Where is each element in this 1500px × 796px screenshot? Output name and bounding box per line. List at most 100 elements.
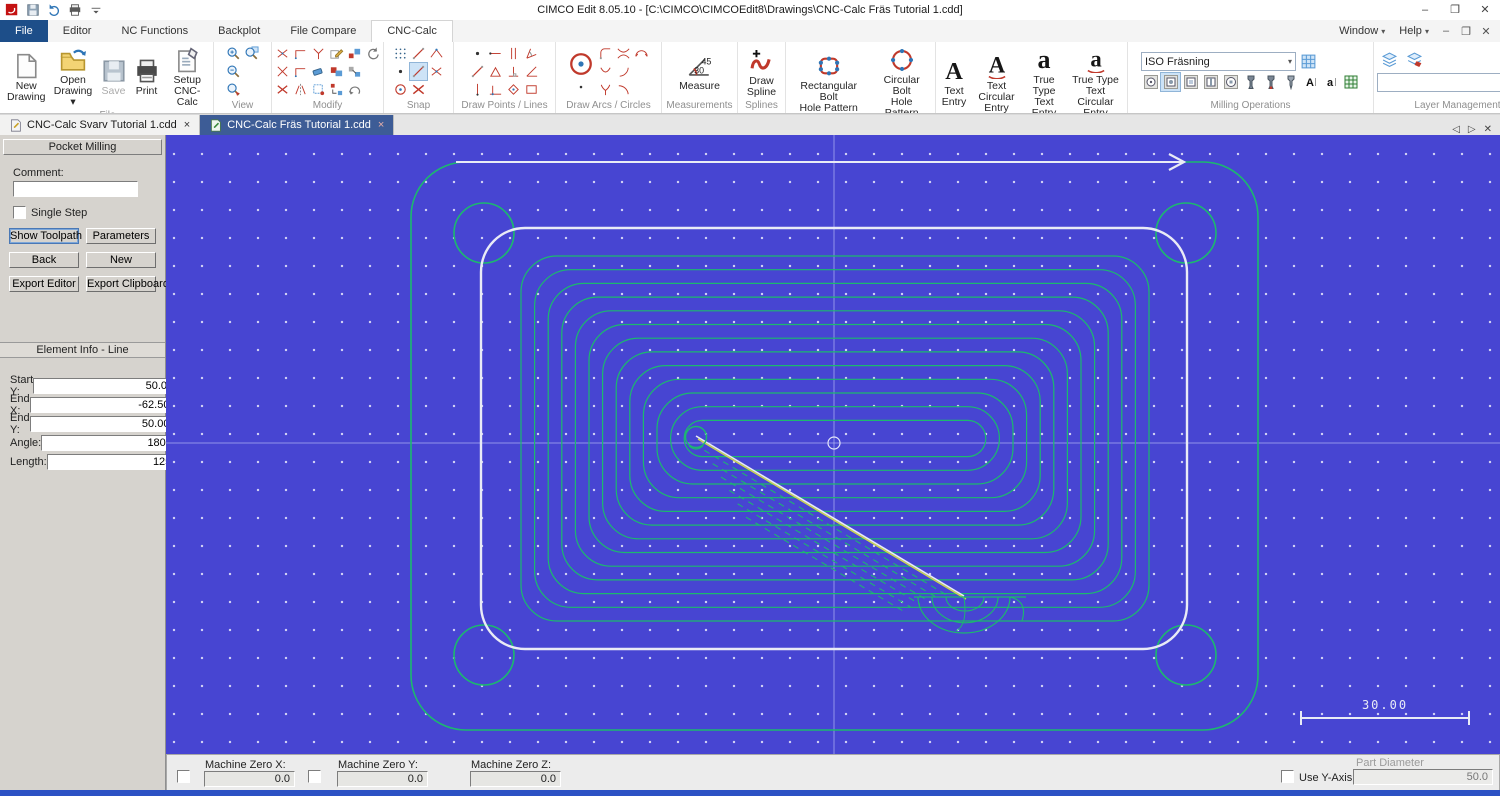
rect-outline-tool[interactable] bbox=[523, 81, 540, 98]
restore-icon[interactable]: ❐ bbox=[1440, 0, 1470, 20]
machine-zero-y-checkbox[interactable] bbox=[308, 770, 321, 783]
arc-se-tool[interactable] bbox=[615, 81, 632, 98]
op-text-A-button[interactable]: A bbox=[1301, 73, 1320, 91]
menu-tab-editor[interactable]: Editor bbox=[48, 20, 107, 42]
mirror-y-tool[interactable] bbox=[292, 81, 309, 98]
triangle-red-tool[interactable] bbox=[487, 63, 504, 80]
op-slot-button[interactable] bbox=[1201, 73, 1220, 91]
arc-corner-tool[interactable] bbox=[597, 45, 614, 62]
print-icon[interactable] bbox=[68, 3, 82, 17]
point-dot-tool[interactable] bbox=[575, 81, 587, 93]
end-x-input[interactable] bbox=[30, 397, 180, 413]
new-button[interactable]: New bbox=[86, 252, 156, 268]
drawing-canvas[interactable]: 30.00 bbox=[166, 135, 1500, 754]
true-type-text-entry-button[interactable]: aTrue Type Text Entry bbox=[1024, 44, 1064, 114]
circle-dot-tool[interactable] bbox=[392, 81, 409, 98]
midline-red-tool[interactable] bbox=[428, 45, 445, 62]
arc-cap-tool[interactable] bbox=[633, 45, 650, 62]
menu-window[interactable]: Window ▾ bbox=[1334, 25, 1390, 37]
machine-zero-x-input[interactable] bbox=[204, 771, 295, 787]
corner-red-tool[interactable] bbox=[292, 45, 309, 62]
use-y-axis-substitution-checkbox[interactable] bbox=[1281, 770, 1294, 783]
export-editor-button[interactable]: Export Editor bbox=[9, 276, 79, 292]
back-button[interactable]: Back bbox=[9, 252, 79, 268]
rotate-cw-tool[interactable] bbox=[364, 45, 381, 62]
x-big-tool[interactable] bbox=[410, 81, 427, 98]
zoom-in-tool[interactable] bbox=[225, 45, 242, 62]
minimize-icon[interactable]: – bbox=[1410, 0, 1440, 20]
squares-blue-drag-tool[interactable] bbox=[346, 63, 363, 80]
squares-red-blue-tool[interactable] bbox=[346, 45, 363, 62]
machine-zero-y-input[interactable] bbox=[337, 771, 428, 787]
start-y-input[interactable] bbox=[33, 378, 183, 394]
print-button[interactable]: Print bbox=[132, 55, 162, 98]
save-button[interactable]: Save bbox=[99, 55, 129, 98]
layer-select[interactable]: ▾ bbox=[1377, 73, 1500, 92]
end-y-input[interactable] bbox=[30, 416, 180, 432]
undo-arc-tool[interactable] bbox=[346, 81, 363, 98]
show-toolpath-button[interactable]: Show Toolpath bbox=[9, 228, 79, 244]
comment-input[interactable] bbox=[13, 181, 138, 197]
circular-bolt-hole-pattern-button[interactable]: Circular Bolt Hole Pattern bbox=[871, 44, 932, 114]
text-circular-entry-button[interactable]: AText Circular Entry bbox=[972, 50, 1021, 115]
line-v-tool[interactable] bbox=[469, 81, 486, 98]
op-frame-button[interactable] bbox=[1221, 73, 1240, 91]
tab-list-close-icon[interactable]: ✕ bbox=[1484, 124, 1492, 135]
export-clipboard-button[interactable]: Export Clipboard bbox=[86, 276, 156, 292]
eraser-blue-tool[interactable] bbox=[310, 63, 327, 80]
parallel-lines-tool[interactable] bbox=[505, 45, 522, 62]
arc-cross-tool[interactable] bbox=[615, 45, 632, 62]
layers-edit-button[interactable] bbox=[1406, 51, 1423, 68]
op-face-button[interactable] bbox=[1141, 73, 1160, 91]
corner-red-tool[interactable] bbox=[292, 63, 309, 80]
mdi-close-icon[interactable]: ✕ bbox=[1478, 25, 1494, 38]
line-diag-tool[interactable] bbox=[469, 63, 486, 80]
angle-base-tool[interactable] bbox=[523, 63, 540, 80]
rectangular-bolt-hole-pattern-button[interactable]: Rectangular Bolt Hole Pattern bbox=[789, 50, 868, 115]
tab-scroll-right-icon[interactable]: ▷ bbox=[1468, 124, 1476, 135]
open-drawing-button[interactable]: Open Drawing ▾ bbox=[51, 44, 96, 109]
document-tab-cnc-calc-fr-s-tutorial-1-cdd[interactable]: CNC-Calc Fräs Tutorial 1.cdd× bbox=[200, 115, 394, 135]
machine-zero-z-input[interactable] bbox=[470, 771, 561, 787]
op-text-a-button[interactable]: a bbox=[1321, 73, 1340, 91]
op-drill-2-button[interactable] bbox=[1261, 73, 1280, 91]
document-tab-cnc-calc-svarv-tutorial-1-cdd[interactable]: CNC-Calc Svarv Tutorial 1.cdd× bbox=[0, 115, 200, 135]
angle-open-tool[interactable] bbox=[523, 45, 540, 62]
line-diag-tool[interactable] bbox=[410, 45, 427, 62]
zoom-rect-tool[interactable] bbox=[243, 45, 260, 62]
save-icon[interactable] bbox=[26, 3, 40, 17]
op-drill-3-button[interactable] bbox=[1281, 73, 1300, 91]
tab-close-icon[interactable]: × bbox=[182, 119, 190, 131]
zoom-select-tool[interactable] bbox=[225, 81, 242, 98]
menu-tab-file-compare[interactable]: File Compare bbox=[275, 20, 371, 42]
tool-library-icon[interactable] bbox=[1300, 53, 1317, 70]
setup-cnc-calc-button[interactable]: Setup CNC-Calc bbox=[165, 44, 210, 109]
op-pocket-button[interactable] bbox=[1161, 73, 1180, 91]
op-simulate-button[interactable] bbox=[1341, 73, 1360, 91]
cimco-logo-icon[interactable] bbox=[5, 3, 19, 17]
single-step-checkbox[interactable] bbox=[13, 206, 26, 219]
point-dot-tool[interactable] bbox=[469, 45, 486, 62]
text-entry-button[interactable]: AText Entry bbox=[939, 55, 969, 109]
line-h-point-tool[interactable] bbox=[487, 45, 504, 62]
undo-icon[interactable] bbox=[47, 3, 61, 17]
menu-tab-nc-functions[interactable]: NC Functions bbox=[106, 20, 203, 42]
line-diag-tool[interactable] bbox=[410, 63, 427, 80]
step-squares-tool[interactable] bbox=[328, 81, 345, 98]
perp-lines-tool[interactable] bbox=[505, 63, 522, 80]
op-contour-button[interactable] bbox=[1181, 73, 1200, 91]
grid-dots-tool[interactable] bbox=[392, 45, 409, 62]
mdi-restore-icon[interactable]: ❐ bbox=[1458, 25, 1474, 38]
arc-down-tool[interactable] bbox=[597, 63, 614, 80]
cross-x-tool[interactable] bbox=[274, 63, 291, 80]
squares-blue-pair-tool[interactable] bbox=[328, 63, 345, 80]
diamond-dim-tool[interactable] bbox=[505, 81, 522, 98]
menu-tab-file[interactable]: File bbox=[0, 20, 48, 42]
tab-close-icon[interactable]: × bbox=[376, 119, 384, 131]
trim-x-tool[interactable] bbox=[274, 45, 291, 62]
menu-tab-cnc-calc[interactable]: CNC-Calc bbox=[371, 20, 453, 42]
arc-y-tool[interactable] bbox=[597, 81, 614, 98]
tab-scroll-left-icon[interactable]: ◁ bbox=[1452, 124, 1460, 135]
customize-caret-icon[interactable] bbox=[89, 3, 103, 17]
op-drill-1-button[interactable] bbox=[1241, 73, 1260, 91]
